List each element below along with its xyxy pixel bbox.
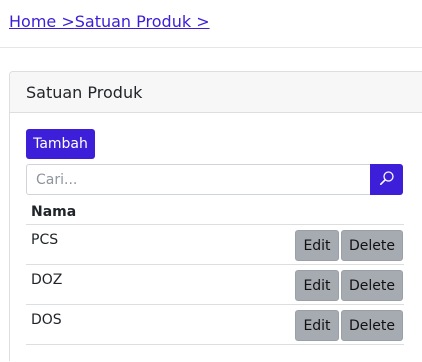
edit-button[interactable]: Edit — [295, 230, 339, 261]
delete-button[interactable]: Delete — [341, 310, 403, 341]
edit-button[interactable]: Edit — [295, 310, 339, 341]
table-row: DOS Edit Delete — [26, 305, 404, 345]
table-row: DOZ Edit Delete — [26, 265, 404, 305]
row-name: DOS — [31, 312, 62, 328]
edit-button[interactable]: Edit — [295, 270, 339, 301]
search-button[interactable] — [370, 164, 403, 195]
breadcrumb: Home >Satuan Produk > — [9, 12, 210, 31]
table-row: PCS Edit Delete — [26, 225, 404, 265]
breadcrumb-home-link[interactable]: Home > — [9, 12, 75, 31]
search-group — [26, 164, 404, 195]
card-title: Satuan Produk — [10, 72, 422, 113]
delete-button[interactable]: Delete — [341, 230, 403, 261]
header-divider — [0, 47, 422, 48]
search-input[interactable] — [26, 164, 371, 195]
satuan-produk-card: Satuan Produk Tambah Nama PCS Edit Delet… — [9, 71, 422, 361]
breadcrumb-current-link[interactable]: Satuan Produk > — [75, 12, 210, 31]
add-button[interactable]: Tambah — [26, 129, 95, 159]
delete-button[interactable]: Delete — [341, 270, 403, 301]
row-name: PCS — [31, 232, 59, 248]
row-name: DOZ — [31, 272, 63, 288]
search-icon — [379, 170, 395, 189]
column-header-nama: Nama — [26, 200, 404, 225]
